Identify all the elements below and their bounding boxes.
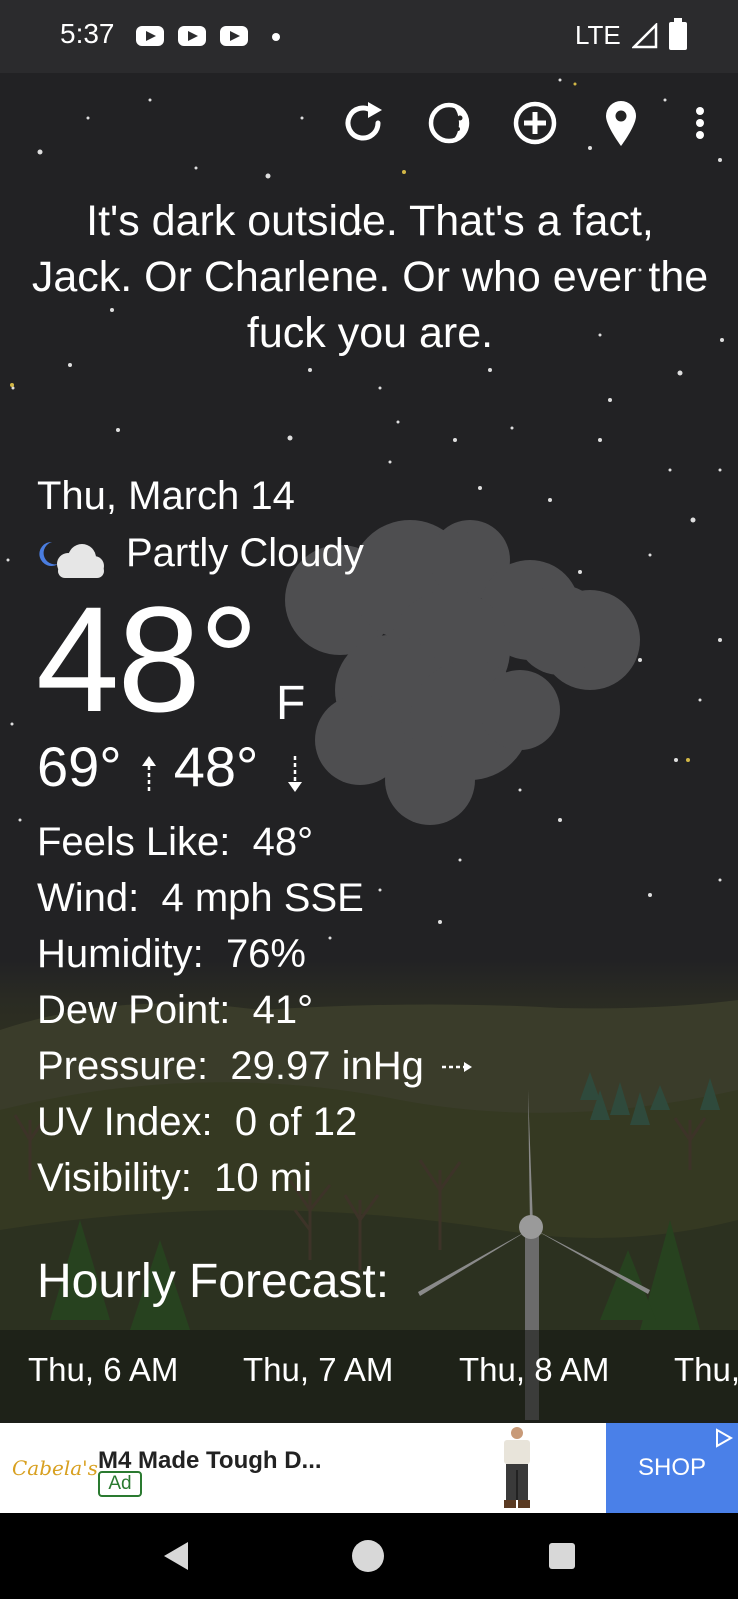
weather-screen: 5:37 LTE It's dark outside. That's a fac…	[0, 0, 738, 1599]
moon-phase-icon[interactable]	[424, 98, 474, 148]
detail-key: Wind:	[37, 876, 140, 920]
snarky-headline: It's dark outside. That's a fact, Jack. …	[31, 197, 709, 357]
hourly-item-label[interactable]: Thu,	[674, 1351, 738, 1389]
back-icon[interactable]	[158, 1538, 194, 1574]
detail-key: UV Index:	[37, 1100, 213, 1144]
location-pin-icon[interactable]	[596, 98, 646, 148]
detail-visibility: Visibility: 10 mi	[37, 1155, 312, 1201]
detail-value: 48°	[252, 820, 314, 864]
pressure-steady-arrow-icon	[442, 1062, 472, 1072]
status-time: 5:37	[60, 18, 115, 49]
low-temperature: 48°	[173, 735, 259, 798]
recents-icon[interactable]	[546, 1540, 578, 1572]
detail-key: Dew Point:	[37, 988, 231, 1032]
detail-uv-index: UV Index: 0 of 12	[37, 1099, 357, 1145]
hourly-forecast-title: Hourly Forecast:	[37, 1255, 390, 1308]
detail-value: 76%	[225, 932, 306, 976]
signal-icon	[632, 23, 658, 49]
detail-wind: Wind: 4 mph SSE	[37, 875, 364, 921]
ad-choices-icon[interactable]	[712, 1427, 734, 1449]
current-temperature: 48°	[36, 575, 259, 743]
youtube-notification-icon	[136, 26, 164, 46]
detail-key: Humidity:	[37, 932, 204, 976]
detail-dew-point: Dew Point: 41°	[37, 987, 313, 1033]
arrow-down-icon	[288, 756, 302, 792]
hourly-item-label[interactable]: Thu, 7 AM	[243, 1351, 393, 1389]
hourly-item-label[interactable]: Thu, 6 AM	[28, 1351, 178, 1389]
forecast-date: Thu, March 14	[37, 474, 295, 518]
temperature-unit: F	[276, 677, 306, 730]
youtube-notification-icon	[178, 26, 206, 46]
more-notifications-icon	[272, 33, 280, 41]
ad-badge: Ad	[98, 1471, 142, 1497]
detail-value: 4 mph SSE	[161, 876, 364, 920]
home-icon[interactable]	[350, 1538, 386, 1574]
detail-key: Pressure:	[37, 1044, 209, 1088]
detail-humidity: Humidity: 76%	[37, 931, 306, 977]
network-type: LTE	[575, 20, 621, 50]
condition-text: Partly Cloudy	[126, 531, 364, 575]
more-vert-icon[interactable]	[680, 98, 720, 148]
youtube-notification-icon	[220, 26, 248, 46]
detail-value: 10 mi	[214, 1156, 312, 1200]
detail-key: Visibility:	[37, 1156, 192, 1200]
detail-feels-like: Feels Like: 48°	[37, 819, 313, 865]
detail-value: 41°	[252, 988, 314, 1032]
detail-value: 0 of 12	[234, 1100, 358, 1144]
high-temperature: 69°	[37, 735, 122, 798]
detail-pressure: Pressure: 29.97 inHg	[37, 1043, 424, 1089]
status-bar: 5:37 LTE	[0, 0, 738, 73]
ad-brand-logo[interactable]: Cabela's	[12, 1456, 98, 1480]
arrow-up-icon	[142, 756, 156, 792]
ad-product-image[interactable]	[494, 1426, 540, 1510]
detail-key: Feels Like:	[37, 820, 231, 864]
add-location-icon[interactable]	[510, 98, 560, 148]
hourly-item-label[interactable]: Thu, 8 AM	[459, 1351, 609, 1389]
refresh-icon[interactable]	[338, 98, 388, 148]
battery-icon	[669, 18, 687, 50]
detail-value: 29.97 inHg	[230, 1044, 424, 1088]
